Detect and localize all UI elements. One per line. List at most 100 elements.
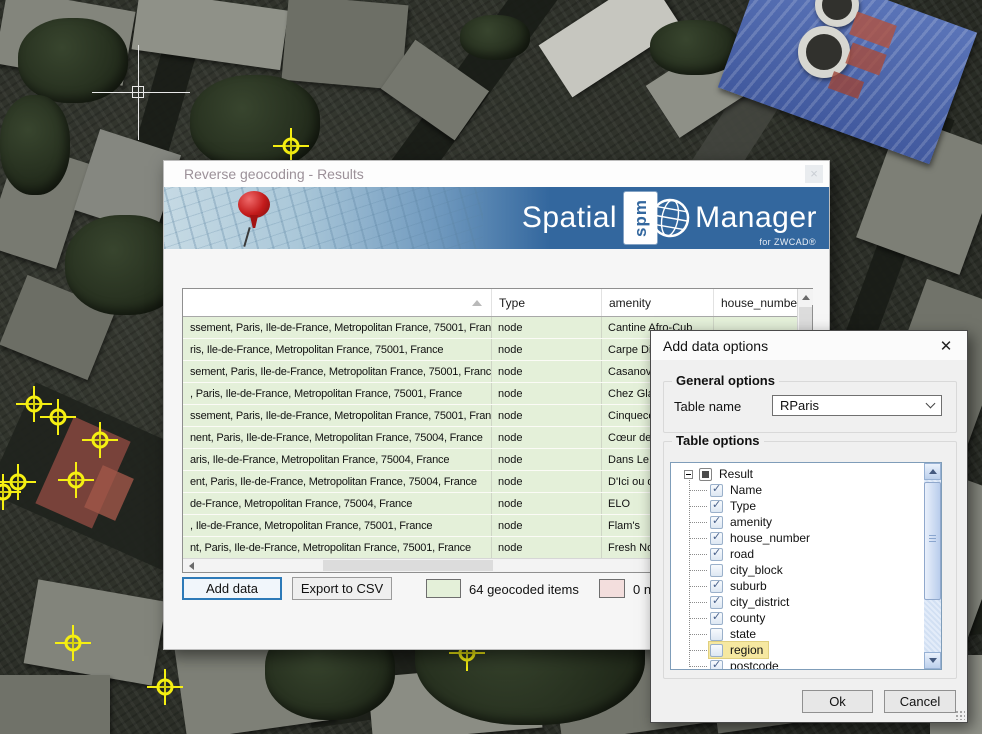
- table-cell[interactable]: sement, Paris, Ile-de-France, Metropolit…: [183, 361, 491, 382]
- table-cell[interactable]: ris, Ile-de-France, Metropolitan France,…: [183, 339, 491, 360]
- close-icon[interactable]: ✕: [935, 337, 957, 355]
- column-header-amenity-label: amenity: [609, 296, 651, 310]
- table-cell[interactable]: nt, Paris, Ile-de-France, Metropolitan F…: [183, 537, 491, 558]
- results-table-header: Type amenity house_number: [183, 289, 797, 317]
- scroll-down-arrow-icon[interactable]: [924, 652, 941, 669]
- ok-button[interactable]: Ok: [802, 690, 873, 713]
- tree-item-label: road: [728, 547, 756, 561]
- table-cell[interactable]: aris, Ile-de-France, Metropolitan France…: [183, 449, 491, 470]
- checkbox-checked[interactable]: [710, 548, 723, 561]
- export-to-csv-button[interactable]: Export to CSV: [292, 577, 392, 600]
- tree-item-label: region: [728, 643, 765, 657]
- add-data-button[interactable]: Add data: [182, 577, 282, 600]
- logo-text-manager: Manager for ZWCAD®: [695, 201, 817, 245]
- options-titlebar[interactable]: Add data options ✕: [651, 331, 967, 360]
- field-tree: Result NameTypeamenityhouse_numberroadci…: [670, 462, 942, 670]
- checkbox-mixed[interactable]: [699, 468, 712, 481]
- tree-item-Name[interactable]: Name: [671, 482, 924, 498]
- table-cell[interactable]: node: [491, 471, 601, 492]
- table-name-label: Table name: [674, 399, 741, 414]
- tree-item-label: Type: [728, 499, 758, 513]
- cancel-button[interactable]: Cancel: [884, 690, 956, 713]
- map-rooftop-vent: [798, 26, 850, 78]
- tree-item-label: house_number: [728, 531, 812, 545]
- checkbox-checked[interactable]: [710, 484, 723, 497]
- scroll-left-arrow-icon[interactable]: [183, 559, 199, 572]
- sort-ascending-icon: [472, 300, 482, 306]
- tree-scroll-thumb[interactable]: [924, 482, 941, 600]
- table-cell[interactable]: node: [491, 515, 601, 536]
- checkbox-checked[interactable]: [710, 596, 723, 609]
- tree-item-county[interactable]: county: [671, 610, 924, 626]
- close-icon[interactable]: ×: [805, 165, 823, 183]
- column-header-type-label: Type: [499, 296, 525, 310]
- general-options-label: General options: [672, 373, 779, 388]
- tree-item-label: amenity: [728, 515, 774, 529]
- horizontal-scroll-thumb[interactable]: [323, 560, 493, 571]
- field-tree-items: Result NameTypeamenityhouse_numberroadci…: [671, 463, 924, 669]
- map-building: [0, 675, 110, 734]
- checkbox-unchecked[interactable]: [710, 628, 723, 641]
- table-name-combobox[interactable]: RParis: [772, 395, 942, 416]
- checkbox-checked[interactable]: [710, 532, 723, 545]
- map-trees: [18, 18, 128, 103]
- results-titlebar[interactable]: Reverse geocoding - Results ×: [164, 161, 829, 187]
- tree-item-city_block[interactable]: city_block: [671, 562, 924, 578]
- tree-item-city_district[interactable]: city_district: [671, 594, 924, 610]
- checkbox-unchecked[interactable]: [710, 564, 723, 577]
- add-data-options-dialog: Add data options ✕ General options Table…: [650, 330, 968, 723]
- table-cell[interactable]: , Paris, Ile-de-France, Metropolitan Fra…: [183, 383, 491, 404]
- table-cell[interactable]: node: [491, 427, 601, 448]
- scroll-up-arrow-icon[interactable]: [798, 289, 813, 305]
- table-cell[interactable]: ssement, Paris, Ile-de-France, Metropoli…: [183, 317, 491, 338]
- table-cell[interactable]: node: [491, 493, 601, 514]
- column-header-type[interactable]: Type: [491, 289, 601, 316]
- tree-vertical-scrollbar[interactable]: [924, 463, 941, 669]
- tree-item-amenity[interactable]: amenity: [671, 514, 924, 530]
- table-cell[interactable]: node: [491, 449, 601, 470]
- tree-item-label: city_district: [728, 595, 791, 609]
- column-header-name[interactable]: [183, 289, 491, 316]
- column-header-house-number-label: house_number: [721, 296, 797, 310]
- not-geocoded-color-swatch: [599, 579, 625, 598]
- geocoded-point-marker: [58, 462, 94, 498]
- tree-item-postcode[interactable]: postcode: [671, 658, 924, 669]
- table-cell[interactable]: de-France, Metropolitan France, 75004, F…: [183, 493, 491, 514]
- checkbox-unchecked[interactable]: [710, 644, 723, 657]
- tree-item-label: suburb: [728, 579, 769, 593]
- geocoded-point-marker: [0, 474, 21, 510]
- table-cell[interactable]: ssement, Paris, Ile-de-France, Metropoli…: [183, 405, 491, 426]
- tree-item-suburb[interactable]: suburb: [671, 578, 924, 594]
- tree-item-state[interactable]: state: [671, 626, 924, 642]
- resize-grip[interactable]: [954, 709, 965, 720]
- tree-item-label: state: [728, 627, 758, 641]
- checkbox-checked[interactable]: [710, 612, 723, 625]
- table-cell[interactable]: node: [491, 537, 601, 558]
- table-cell[interactable]: node: [491, 361, 601, 382]
- checkbox-checked[interactable]: [710, 660, 723, 670]
- checkbox-checked[interactable]: [710, 516, 723, 529]
- checkbox-checked[interactable]: [710, 500, 723, 513]
- tree-item-Type[interactable]: Type: [671, 498, 924, 514]
- column-header-house-number[interactable]: house_number: [713, 289, 797, 316]
- tree-item-house_number[interactable]: house_number: [671, 530, 924, 546]
- scroll-up-arrow-icon[interactable]: [924, 463, 941, 480]
- tree-item-result[interactable]: Result: [671, 466, 924, 482]
- geocoded-point-marker: [40, 399, 76, 435]
- spm-logo-box: spm: [624, 192, 657, 244]
- table-cell[interactable]: , Ile-de-France, Metropolitan France, 75…: [183, 515, 491, 536]
- tree-item-road[interactable]: road: [671, 546, 924, 562]
- options-dialog-title: Add data options: [663, 338, 768, 354]
- table-cell[interactable]: ent, Paris, Ile-de-France, Metropolitan …: [183, 471, 491, 492]
- collapse-icon[interactable]: [684, 470, 693, 479]
- column-header-amenity[interactable]: amenity: [601, 289, 713, 316]
- table-cell[interactable]: node: [491, 405, 601, 426]
- checkbox-checked[interactable]: [710, 580, 723, 593]
- manager-label: Manager: [695, 201, 817, 234]
- table-cell[interactable]: node: [491, 339, 601, 360]
- table-cell[interactable]: nent, Paris, Ile-de-France, Metropolitan…: [183, 427, 491, 448]
- table-cell[interactable]: node: [491, 317, 601, 338]
- table-cell[interactable]: node: [491, 383, 601, 404]
- tree-item-region[interactable]: region: [671, 642, 924, 658]
- tree-item-label: county: [728, 611, 767, 625]
